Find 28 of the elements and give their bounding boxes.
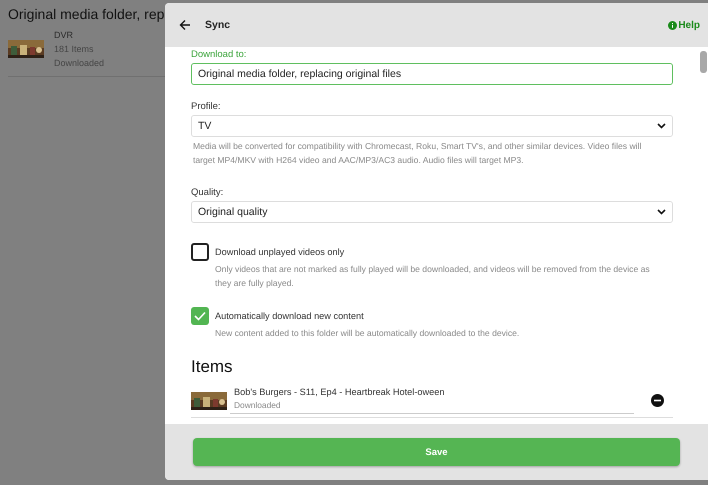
checkbox[interactable] <box>191 243 209 261</box>
status-text: Downloaded <box>54 57 104 70</box>
dialog-title: Sync <box>205 19 230 31</box>
select-dropdown[interactable]: Original quality <box>191 201 673 223</box>
remove-icon[interactable] <box>651 394 664 407</box>
field-label: Download to: <box>191 49 248 60</box>
select-dropdown[interactable]: TV <box>191 115 673 137</box>
field-label: Profile: <box>191 101 222 112</box>
info-icon <box>668 20 678 30</box>
option-description: New content added to this folder will be automatically downloaded to the device. <box>215 327 520 340</box>
section-heading: Items <box>191 357 234 377</box>
item-count: 181 Items <box>54 43 95 56</box>
back-arrow-icon[interactable] <box>179 19 191 31</box>
page-title: Original media folder, rep <box>8 6 164 22</box>
scrollbar-thumb[interactable] <box>700 51 707 73</box>
item-status: Downloaded <box>234 400 282 410</box>
option-label: Download unplayed videos only <box>215 247 346 257</box>
option-label: Automatically download new content <box>215 311 365 321</box>
text-field[interactable]: Original media folder, replacing original files <box>191 63 673 85</box>
chevron-down-icon <box>657 123 666 129</box>
chevron-down-icon <box>657 209 666 215</box>
option-description: Only videos that are not marked as fully played will be downloaded, and videos will be removed from the device as they are fully played. <box>215 263 651 290</box>
check-icon <box>194 311 206 321</box>
folder-name: DVR <box>54 29 74 42</box>
item-title: Bob's Burgers - S11, Ep4 - Heartbreak Hotel-oween <box>234 387 446 397</box>
field-label: Quality: <box>191 187 224 198</box>
field-description: Media will be converted for compatibility with Chromecast, Roku, Smart TV's, and other similar devices. Video files will target MP4/MKV with H264 video and AAC/MP3/AC3 audio. Audio files will target MP3. <box>192 140 642 167</box>
checkbox[interactable] <box>191 307 209 325</box>
